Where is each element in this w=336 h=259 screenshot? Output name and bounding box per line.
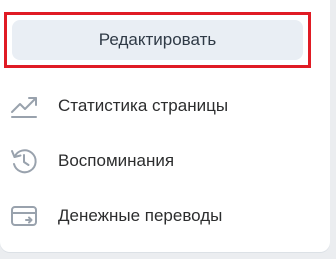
menu-item-label: Воспоминания: [58, 151, 175, 170]
menu-item-label: Статистика страницы: [58, 96, 229, 115]
history-clock-icon: [8, 145, 40, 177]
trending-up-icon: [8, 90, 40, 122]
menu-item-page-statistics[interactable]: Статистика страницы: [0, 86, 330, 126]
menu-item-money-transfers[interactable]: Денежные переводы: [0, 196, 330, 236]
highlight-frame: [4, 12, 311, 68]
menu-item-memories[interactable]: Воспоминания: [0, 141, 330, 181]
profile-actions-panel: Редактировать Статистика страницы Воспом…: [0, 0, 330, 252]
money-transfer-card-icon: [8, 200, 40, 232]
menu-item-label: Денежные переводы: [58, 206, 223, 225]
